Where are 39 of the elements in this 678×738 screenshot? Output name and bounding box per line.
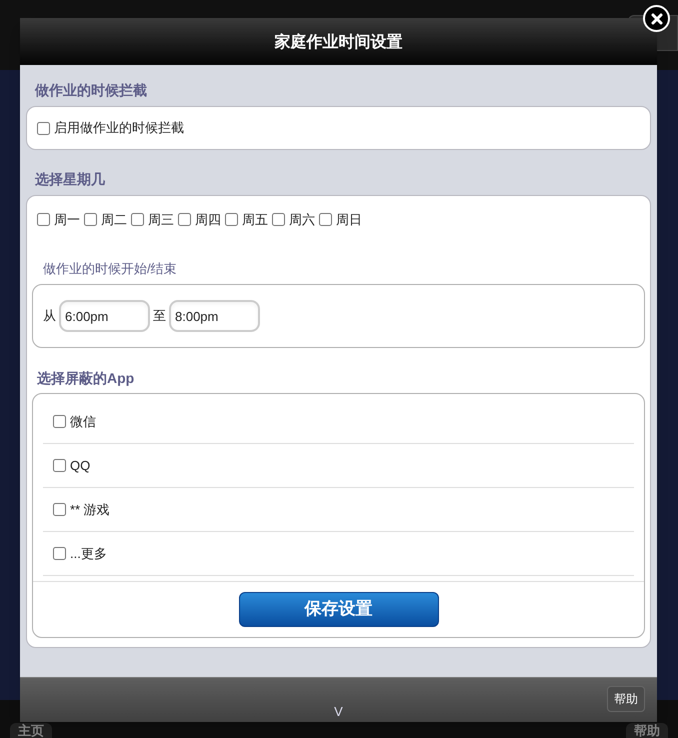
checkbox[interactable] (53, 547, 66, 560)
checkbox[interactable] (53, 415, 66, 428)
section-heading: 选择星期几 (34, 171, 106, 190)
checkbox-label: QQ (70, 456, 90, 475)
from-label: 从 (43, 307, 56, 326)
checkbox[interactable] (53, 503, 66, 516)
nav-button[interactable]: 帮助 (626, 723, 668, 738)
checkbox[interactable] (37, 213, 50, 226)
checkbox-label: 周五 (242, 211, 268, 229)
section-heading: 选择屏蔽的App (36, 369, 136, 388)
checkbox[interactable] (53, 459, 66, 472)
checkbox-label: ** 游戏 (70, 500, 110, 519)
checkbox[interactable] (37, 122, 50, 134)
checkbox-label: 周日 (336, 211, 362, 229)
checkbox-label: 周六 (289, 211, 315, 229)
checkbox[interactable] (225, 213, 238, 226)
checkbox-label: 周二 (101, 211, 127, 229)
checkbox[interactable] (178, 213, 191, 226)
start-time-field[interactable]: 6:00pm (59, 300, 150, 332)
dialog-title: 家庭作业时间设置 (274, 30, 402, 52)
checkbox-label: 周四 (195, 211, 221, 229)
section-heading: 做作业的时候开始/结束 (42, 260, 178, 278)
checkbox[interactable] (131, 213, 144, 226)
checkbox-label: ...更多 (70, 544, 107, 563)
checkbox[interactable] (272, 213, 285, 226)
to-label: 至 (153, 307, 166, 326)
checkbox-label: 周三 (148, 211, 174, 229)
collapse-toggle[interactable]: V (334, 702, 343, 721)
section-heading: 做作业的时候拦截 (34, 82, 148, 101)
checkbox-label: 微信 (70, 412, 96, 431)
checkbox-label: 周一 (54, 211, 80, 229)
end-time-field[interactable]: 8:00pm (169, 300, 260, 332)
checkbox[interactable] (84, 213, 97, 226)
checkbox[interactable] (319, 213, 332, 226)
close-icon (650, 12, 662, 24)
nav-button[interactable]: 主页 (10, 723, 52, 738)
checkbox-label: 启用做作业的时候拦截 (54, 119, 184, 138)
help-button[interactable]: 帮助 (607, 686, 645, 712)
save-button[interactable]: 保存设置 (238, 592, 438, 627)
